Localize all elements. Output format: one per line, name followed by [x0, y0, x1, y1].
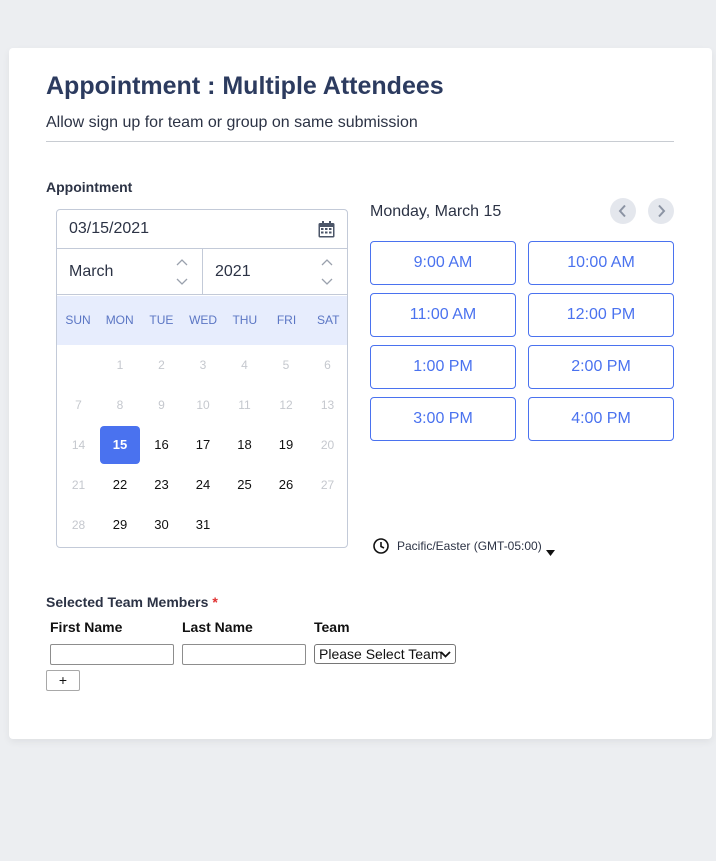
calendar-day[interactable]: 23 [142, 466, 182, 504]
calendar-day: 28 [71, 518, 86, 532]
calendar-day[interactable]: 26 [266, 466, 306, 504]
time-slot-button[interactable]: 1:00 PM [370, 345, 516, 389]
time-slot-button[interactable]: 2:00 PM [528, 345, 674, 389]
year-value: 2021 [215, 263, 251, 280]
team-select-value: Please Select Team [319, 646, 443, 662]
calendar-day[interactable]: 25 [225, 466, 265, 504]
previous-day-button[interactable] [610, 198, 636, 224]
time-slot-button[interactable]: 10:00 AM [528, 241, 674, 285]
calendar-day[interactable]: 30 [142, 506, 182, 544]
calendar-day: 7 [75, 398, 82, 412]
required-mark: * [212, 594, 218, 610]
calendar-day: 21 [71, 478, 86, 492]
team-members-label-text: Selected Team Members [46, 594, 209, 610]
month-spinner-icon[interactable] [176, 259, 188, 285]
column-team: Team [314, 619, 350, 635]
calendar-day: 3 [199, 358, 207, 372]
appointment-label: Appointment [46, 179, 133, 195]
time-slot-button[interactable]: 12:00 PM [528, 293, 674, 337]
weekday-sun: SUN [65, 313, 91, 327]
next-day-button[interactable] [648, 198, 674, 224]
column-last-name: Last Name [182, 619, 253, 635]
clock-icon [373, 538, 389, 559]
chevron-left-icon [618, 204, 626, 218]
calendar-day[interactable]: 29 [100, 506, 140, 544]
weekday-wed: WED [189, 313, 218, 327]
calendar: 03/15/2021 March 2021 SUN MON TUE WED TH… [56, 209, 348, 548]
form-subtitle: Allow sign up for team or group on same … [46, 114, 418, 131]
year-select[interactable]: 2021 [203, 249, 347, 295]
calendar-day: 5 [282, 358, 290, 372]
chevron-down-icon [440, 651, 451, 658]
calendar-icon[interactable] [318, 221, 335, 238]
calendar-day: 1 [116, 358, 124, 372]
first-name-field[interactable] [50, 644, 174, 665]
calendar-day: 8 [116, 398, 124, 412]
weekday-mon: MON [105, 313, 134, 327]
selected-date-label: Monday, March 15 [370, 203, 502, 220]
calendar-day: 10 [196, 398, 210, 412]
caret-down-icon [546, 543, 555, 561]
weekday-tue: TUE [149, 313, 174, 327]
team-members-label: Selected Team Members * [46, 594, 218, 610]
header-divider [46, 141, 674, 142]
date-input-value: 03/15/2021 [69, 220, 150, 237]
calendar-day: 13 [320, 398, 335, 412]
last-name-field[interactable] [182, 644, 306, 665]
time-slot-button[interactable]: 4:00 PM [528, 397, 674, 441]
form-title: Appointment : Multiple Attendees [46, 72, 444, 100]
calendar-day[interactable]: 19 [266, 426, 306, 464]
calendar-day: 2 [158, 358, 165, 372]
calendar-day: 9 [158, 398, 165, 412]
calendar-day[interactable]: 22 [100, 466, 140, 504]
calendar-day: 6 [324, 358, 331, 372]
weekday-fri: FRI [276, 313, 297, 327]
timezone-value: Pacific/Easter (GMT-05:00) [397, 539, 542, 553]
form-card: Appointment : Multiple Attendees Allow s… [9, 48, 712, 739]
column-first-name: First Name [50, 619, 123, 635]
year-spinner-icon[interactable] [321, 259, 333, 285]
chevron-right-icon [658, 204, 666, 218]
weekday-header: SUN MON TUE WED THU FRI SAT [57, 296, 347, 345]
calendar-day: 14 [71, 438, 86, 452]
calendar-day[interactable]: 16 [142, 426, 182, 464]
calendar-day: 12 [279, 398, 293, 412]
calendar-day: 27 [320, 478, 335, 492]
date-input[interactable]: 03/15/2021 [57, 210, 347, 249]
calendar-day[interactable]: 31 [183, 506, 223, 544]
calendar-day-selected[interactable]: 15 [100, 426, 140, 464]
calendar-day[interactable]: 18 [225, 426, 265, 464]
weekday-thu: THU [232, 313, 258, 327]
team-select[interactable]: Please Select Team [314, 644, 456, 664]
month-value: March [69, 263, 114, 280]
calendar-day: 11 [238, 398, 251, 412]
add-member-button[interactable]: + [46, 670, 80, 691]
time-slot-button[interactable]: 9:00 AM [370, 241, 516, 285]
month-select[interactable]: March [57, 249, 203, 295]
calendar-day[interactable]: 24 [183, 466, 223, 504]
calendar-day[interactable]: 17 [183, 426, 223, 464]
time-slot-button[interactable]: 3:00 PM [370, 397, 516, 441]
calendar-day: 4 [241, 358, 248, 372]
weekday-sat: SAT [316, 313, 340, 327]
calendar-day: 20 [320, 438, 335, 452]
time-slot-button[interactable]: 11:00 AM [370, 293, 516, 337]
